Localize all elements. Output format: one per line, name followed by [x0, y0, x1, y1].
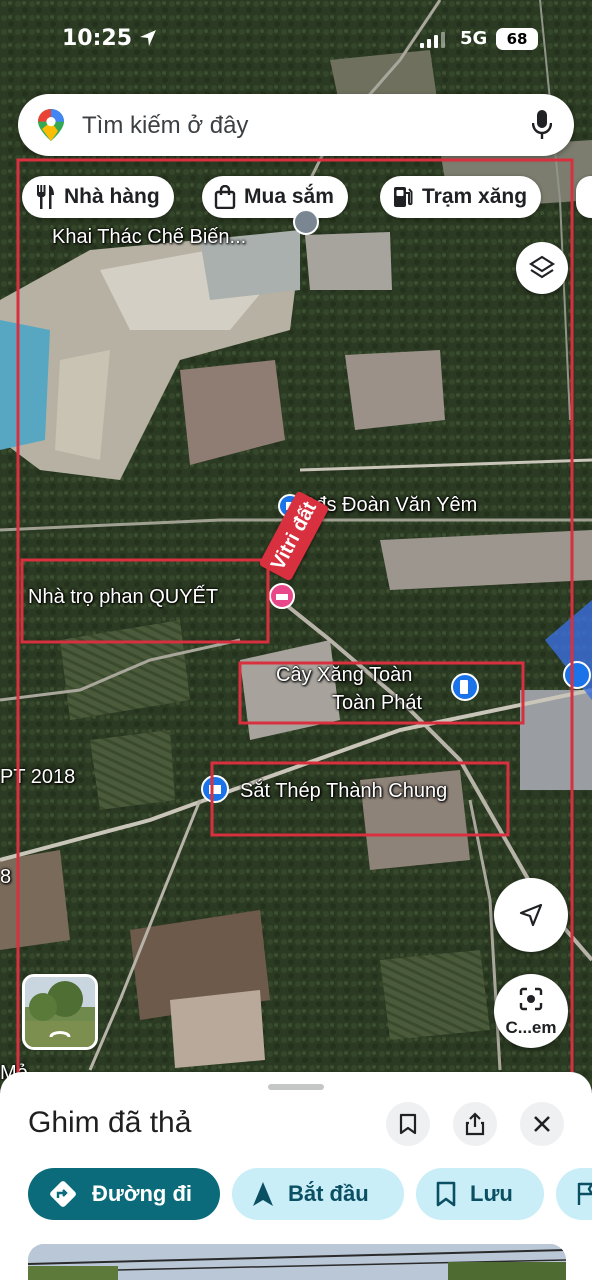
- layers-icon: [528, 255, 556, 279]
- navigation-arrow-outline-icon: [519, 903, 543, 927]
- bookmark-outline-icon: [399, 1113, 417, 1135]
- my-location-button[interactable]: [494, 878, 568, 952]
- annotation-cayxang-box: [238, 661, 525, 725]
- start-button[interactable]: Bắt đầu: [232, 1168, 404, 1220]
- annotation-nhatro-box: [20, 558, 270, 644]
- place-photo[interactable]: [28, 1244, 566, 1280]
- start-label: Bắt đầu: [288, 1181, 369, 1206]
- navigation-arrow-icon: [253, 1182, 273, 1206]
- directions-button[interactable]: Đường đi: [28, 1168, 220, 1220]
- close-icon: [534, 1116, 550, 1132]
- share-button[interactable]: [453, 1102, 497, 1146]
- camera-lens-icon: [519, 987, 543, 1011]
- close-button[interactable]: [520, 1102, 564, 1146]
- layers-button[interactable]: [516, 242, 568, 294]
- lens-camera-label: C...em: [505, 1018, 557, 1037]
- flag-icon: [577, 1182, 592, 1205]
- share-icon: [465, 1112, 485, 1136]
- directions-icon: [50, 1181, 76, 1207]
- more-action-button[interactable]: [556, 1168, 592, 1220]
- bookmark-icon: [436, 1181, 456, 1207]
- annotation-satthep-box: [210, 761, 510, 837]
- lens-camera-button[interactable]: C...em: [494, 974, 568, 1048]
- directions-label: Đường đi: [92, 1181, 192, 1206]
- street-view-thumbnail[interactable]: [22, 974, 98, 1050]
- save-icon-button[interactable]: [386, 1102, 430, 1146]
- save-label: Lưu: [470, 1181, 513, 1206]
- sheet-drag-handle[interactable]: [268, 1084, 324, 1090]
- annotation-outer-frame: [16, 158, 574, 1216]
- place-photo-image: [28, 1244, 566, 1280]
- sheet-title: Ghim đã thả: [28, 1106, 192, 1139]
- save-button[interactable]: Lưu: [416, 1168, 544, 1220]
- street-view-image: [25, 977, 95, 1047]
